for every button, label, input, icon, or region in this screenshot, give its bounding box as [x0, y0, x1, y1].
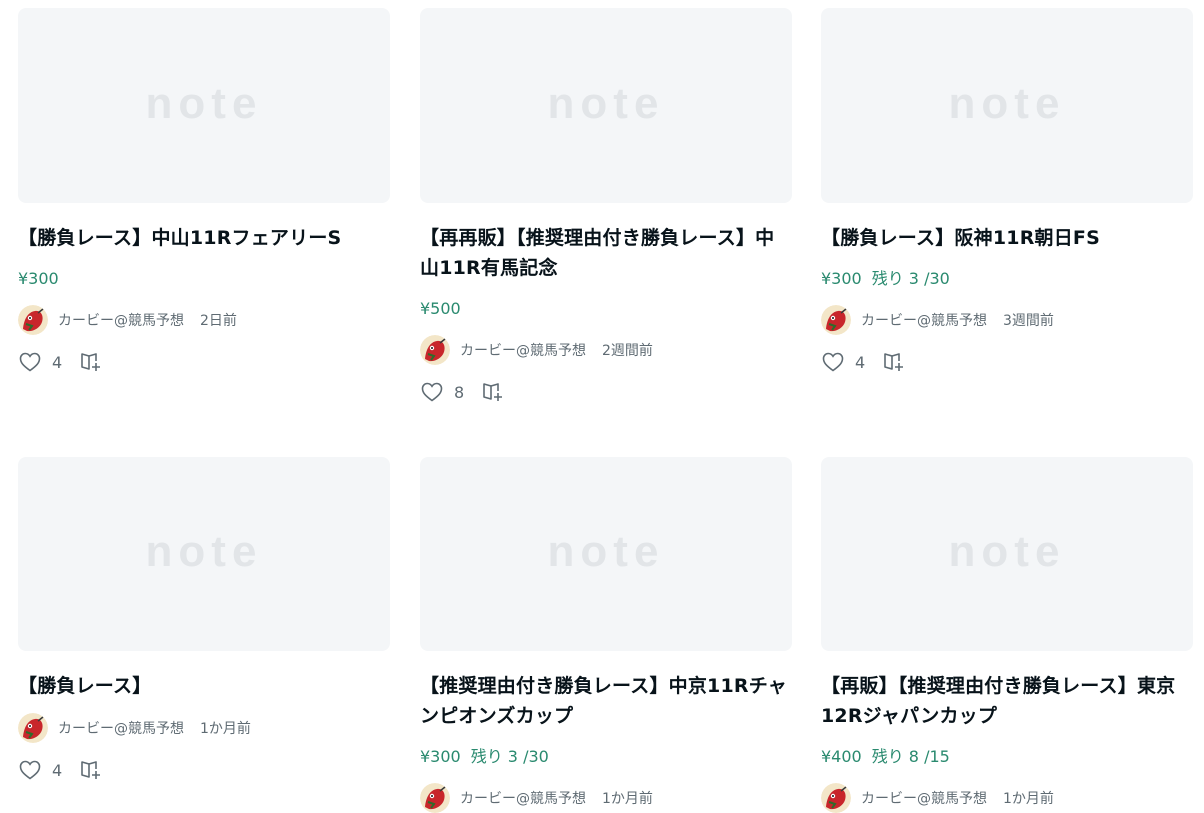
price: ¥400: [821, 747, 862, 766]
svg-text:note: note: [548, 536, 665, 572]
published-time: 3週間前: [1003, 313, 1054, 329]
author-row: カービー@競馬予想 1か月前: [420, 783, 792, 813]
svg-text:note: note: [146, 536, 263, 572]
remaining-stock: 残り 8 /15: [871, 747, 950, 766]
note-logo: note: [949, 88, 1066, 124]
heart-icon[interactable]: [18, 350, 42, 374]
avatar[interactable]: [420, 335, 450, 365]
magazine-add-icon[interactable]: [883, 350, 907, 374]
price-row: ¥300 残り 3 /30: [821, 267, 1193, 291]
note-thumbnail[interactable]: note: [821, 8, 1193, 203]
author-row: カービー@競馬予想 1か月前: [18, 713, 390, 743]
note-card[interactable]: note 【再再販】【推奨理由付き勝負レース】中山11R有馬記念 ¥500 カー…: [420, 8, 792, 404]
price-row: ¥500: [420, 297, 792, 321]
svg-text:note: note: [949, 536, 1066, 572]
published-time: 1か月前: [200, 721, 251, 737]
published-time: 2週間前: [602, 343, 653, 359]
avatar[interactable]: [18, 305, 48, 335]
svg-text:note: note: [146, 88, 263, 124]
author-row: カービー@競馬予想 3週間前: [821, 305, 1193, 335]
note-card[interactable]: note 【勝負レース】中山11RフェアリーS ¥300 カービー@競馬予想 2…: [18, 8, 390, 374]
published-time: 2日前: [200, 313, 237, 329]
price-row: ¥300: [18, 267, 390, 291]
note-thumbnail[interactable]: note: [18, 8, 390, 203]
note-thumbnail[interactable]: note: [821, 457, 1193, 651]
note-title[interactable]: 【勝負レース】阪神11R朝日FS: [821, 223, 1193, 253]
heart-icon[interactable]: [821, 350, 845, 374]
note-logo: note: [548, 536, 665, 572]
like-count: 8: [454, 382, 465, 402]
note-logo: note: [548, 88, 665, 124]
price-row: ¥300 残り 3 /30: [420, 745, 792, 769]
note-title[interactable]: 【再販】【推奨理由付き勝負レース】東京12Rジャパンカップ: [821, 671, 1193, 731]
price: ¥300: [420, 747, 461, 766]
note-card[interactable]: note 【再販】【推奨理由付き勝負レース】東京12Rジャパンカップ ¥400 残…: [821, 457, 1193, 813]
like-count: 4: [52, 352, 63, 372]
author-row: カービー@競馬予想 1か月前: [821, 783, 1193, 813]
avatar[interactable]: [821, 783, 851, 813]
note-thumbnail[interactable]: note: [18, 457, 390, 651]
price-row: ¥400 残り 8 /15: [821, 745, 1193, 769]
avatar[interactable]: [821, 305, 851, 335]
note-thumbnail[interactable]: note: [420, 8, 792, 203]
heart-icon[interactable]: [420, 380, 444, 404]
note-thumbnail[interactable]: note: [420, 457, 792, 651]
published-time: 1か月前: [602, 791, 653, 807]
note-logo: note: [146, 536, 263, 572]
author-name[interactable]: カービー@競馬予想: [861, 788, 987, 808]
note-card[interactable]: note 【推奨理由付き勝負レース】中京11Rチャンピオンズカップ ¥300 残り…: [420, 457, 792, 813]
svg-text:note: note: [548, 88, 665, 124]
avatar[interactable]: [420, 783, 450, 813]
remaining-stock: 残り 3 /30: [470, 747, 549, 766]
price: ¥300: [821, 269, 862, 288]
like-count: 4: [52, 760, 63, 780]
note-logo: note: [146, 88, 263, 124]
note-logo: note: [949, 536, 1066, 572]
svg-text:note: note: [949, 88, 1066, 124]
published-time: 1か月前: [1003, 791, 1054, 807]
note-card[interactable]: note 【勝負レース】 カービー@競馬予想 1か月前 4: [18, 457, 390, 782]
note-title[interactable]: 【勝負レース】: [18, 671, 390, 701]
note-card[interactable]: note 【勝負レース】阪神11R朝日FS ¥300 残り 3 /30 カービー@…: [821, 8, 1193, 374]
author-row: カービー@競馬予想 2日前: [18, 305, 390, 335]
note-title[interactable]: 【推奨理由付き勝負レース】中京11Rチャンピオンズカップ: [420, 671, 792, 731]
note-title[interactable]: 【勝負レース】中山11RフェアリーS: [18, 223, 390, 253]
note-list-grid: note 【勝負レース】中山11RフェアリーS ¥300 カービー@競馬予想 2…: [0, 0, 1204, 813]
note-title[interactable]: 【再再販】【推奨理由付き勝負レース】中山11R有馬記念: [420, 223, 792, 283]
author-name[interactable]: カービー@競馬予想: [861, 310, 987, 330]
like-count: 4: [855, 352, 866, 372]
heart-icon[interactable]: [18, 758, 42, 782]
avatar[interactable]: [18, 713, 48, 743]
action-row: 4: [821, 350, 1193, 374]
price: ¥300: [18, 269, 59, 288]
magazine-add-icon[interactable]: [80, 758, 104, 782]
action-row: 4: [18, 350, 390, 374]
magazine-add-icon[interactable]: [482, 380, 506, 404]
author-name[interactable]: カービー@競馬予想: [460, 788, 586, 808]
action-row: 4: [18, 758, 390, 782]
author-name[interactable]: カービー@競馬予想: [460, 340, 586, 360]
remaining-stock: 残り 3 /30: [871, 269, 950, 288]
author-row: カービー@競馬予想 2週間前: [420, 335, 792, 365]
action-row: 8: [420, 380, 792, 404]
author-name[interactable]: カービー@競馬予想: [58, 718, 184, 738]
magazine-add-icon[interactable]: [80, 350, 104, 374]
author-name[interactable]: カービー@競馬予想: [58, 310, 184, 330]
price: ¥500: [420, 299, 461, 318]
